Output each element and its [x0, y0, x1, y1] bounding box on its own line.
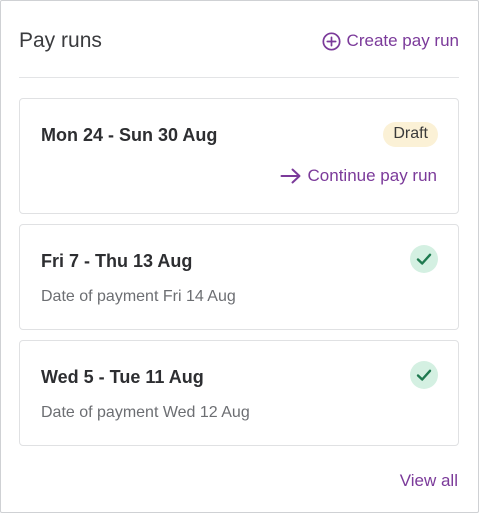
pay-run-period: Wed 5 - Tue 11 Aug [41, 367, 204, 387]
plus-circle-icon [322, 31, 341, 51]
check-icon [416, 369, 432, 381]
pay-run-period: Mon 24 - Sun 30 Aug [41, 125, 218, 145]
pay-run-card[interactable]: Wed 5 - Tue 11 Aug Date of payment Wed 1… [19, 340, 459, 446]
pay-run-card[interactable]: Fri 7 - Thu 13 Aug Date of payment Fri 1… [19, 224, 459, 330]
continue-pay-run-link[interactable]: Continue pay run [280, 166, 437, 186]
payment-date: Date of payment Fri 14 Aug [41, 288, 236, 305]
create-pay-run-button[interactable]: Create pay run [322, 31, 459, 51]
pay-runs-panel: Pay runs Create pay run Mon 24 - Sun 30 … [0, 0, 479, 513]
draft-status-badge: Draft [383, 122, 438, 147]
arrow-right-icon [280, 168, 301, 184]
view-all-link[interactable]: View all [400, 471, 458, 491]
create-pay-run-label: Create pay run [346, 31, 459, 50]
paid-status-badge [410, 361, 438, 389]
header-divider [19, 77, 459, 78]
panel-header: Pay runs Create pay run [19, 26, 459, 56]
continue-pay-run-label: Continue pay run [307, 166, 437, 185]
pay-run-card[interactable]: Mon 24 - Sun 30 Aug Draft Continue pay r… [19, 98, 459, 214]
panel-title: Pay runs [19, 29, 102, 52]
paid-status-badge [410, 245, 438, 273]
check-icon [416, 253, 432, 265]
pay-run-period: Fri 7 - Thu 13 Aug [41, 251, 193, 271]
payment-date: Date of payment Wed 12 Aug [41, 404, 250, 421]
